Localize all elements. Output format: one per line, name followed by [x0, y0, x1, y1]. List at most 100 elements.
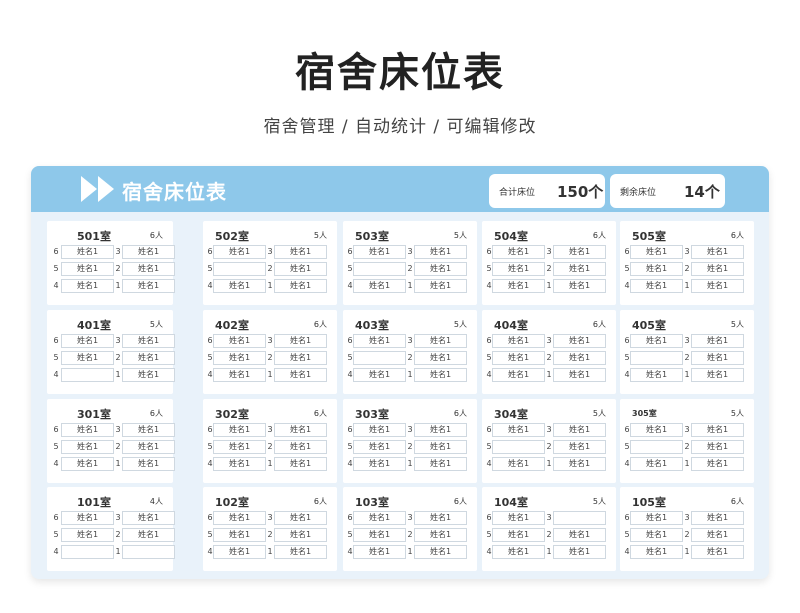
bed-name-cell[interactable]: 姓名1	[630, 423, 683, 437]
bed-name-cell[interactable]: 姓名1	[122, 279, 175, 293]
bed-name-cell[interactable]: 姓名1	[414, 351, 467, 365]
bed-name-cell[interactable]: 姓名1	[630, 245, 683, 259]
bed-name-cell[interactable]: 姓名1	[61, 457, 114, 471]
bed-name-cell[interactable]	[553, 511, 606, 525]
bed-name-cell[interactable]: 姓名1	[353, 457, 406, 471]
bed-name-cell[interactable]: 姓名1	[122, 423, 175, 437]
bed-name-cell[interactable]: 姓名1	[630, 545, 683, 559]
bed-name-cell[interactable]: 姓名1	[274, 334, 327, 348]
bed-name-cell[interactable]: 姓名1	[492, 423, 545, 437]
bed-name-cell[interactable]: 姓名1	[353, 245, 406, 259]
total-beds-value[interactable]: 150个	[557, 181, 603, 202]
bed-name-cell[interactable]: 姓名1	[553, 423, 606, 437]
bed-name-cell[interactable]: 姓名1	[414, 511, 467, 525]
remaining-beds-value[interactable]: 14个	[684, 181, 720, 202]
bed-name-cell[interactable]: 姓名1	[553, 279, 606, 293]
bed-name-cell[interactable]: 姓名1	[353, 334, 406, 348]
bed-name-cell[interactable]: 姓名1	[274, 279, 327, 293]
bed-name-cell[interactable]: 姓名1	[691, 334, 744, 348]
bed-name-cell[interactable]: 姓名1	[353, 528, 406, 542]
bed-name-cell[interactable]: 姓名1	[353, 423, 406, 437]
bed-name-cell[interactable]	[122, 545, 175, 559]
bed-name-cell[interactable]: 姓名1	[630, 262, 683, 276]
bed-name-cell[interactable]: 姓名1	[61, 528, 114, 542]
bed-name-cell[interactable]: 姓名1	[414, 262, 467, 276]
bed-name-cell[interactable]: 姓名1	[691, 528, 744, 542]
bed-name-cell[interactable]: 姓名1	[61, 511, 114, 525]
bed-name-cell[interactable]: 姓名1	[213, 545, 266, 559]
bed-name-cell[interactable]: 姓名1	[553, 457, 606, 471]
bed-name-cell[interactable]: 姓名1	[630, 368, 683, 382]
bed-name-cell[interactable]: 姓名1	[691, 279, 744, 293]
bed-name-cell[interactable]: 姓名1	[122, 528, 175, 542]
bed-name-cell[interactable]: 姓名1	[274, 245, 327, 259]
bed-name-cell[interactable]	[630, 440, 683, 454]
bed-name-cell[interactable]: 姓名1	[691, 457, 744, 471]
bed-name-cell[interactable]: 姓名1	[353, 545, 406, 559]
bed-name-cell[interactable]: 姓名1	[61, 423, 114, 437]
bed-name-cell[interactable]: 姓名1	[213, 279, 266, 293]
bed-name-cell[interactable]: 姓名1	[122, 440, 175, 454]
bed-name-cell[interactable]: 姓名1	[691, 440, 744, 454]
bed-name-cell[interactable]: 姓名1	[122, 511, 175, 525]
bed-name-cell[interactable]: 姓名1	[122, 334, 175, 348]
bed-name-cell[interactable]: 姓名1	[553, 528, 606, 542]
bed-name-cell[interactable]: 姓名1	[122, 351, 175, 365]
bed-name-cell[interactable]: 姓名1	[414, 368, 467, 382]
bed-name-cell[interactable]: 姓名1	[492, 262, 545, 276]
bed-name-cell[interactable]: 姓名1	[691, 423, 744, 437]
bed-name-cell[interactable]	[353, 351, 406, 365]
bed-name-cell[interactable]: 姓名1	[414, 423, 467, 437]
bed-name-cell[interactable]	[630, 351, 683, 365]
bed-name-cell[interactable]: 姓名1	[274, 545, 327, 559]
bed-name-cell[interactable]: 姓名1	[691, 511, 744, 525]
bed-name-cell[interactable]: 姓名1	[691, 262, 744, 276]
bed-name-cell[interactable]: 姓名1	[61, 334, 114, 348]
bed-name-cell[interactable]: 姓名1	[122, 245, 175, 259]
bed-name-cell[interactable]: 姓名1	[61, 440, 114, 454]
bed-name-cell[interactable]: 姓名1	[414, 528, 467, 542]
bed-name-cell[interactable]	[353, 262, 406, 276]
bed-name-cell[interactable]	[61, 545, 114, 559]
bed-name-cell[interactable]: 姓名1	[213, 334, 266, 348]
bed-name-cell[interactable]: 姓名1	[492, 279, 545, 293]
bed-name-cell[interactable]: 姓名1	[353, 279, 406, 293]
bed-name-cell[interactable]: 姓名1	[492, 511, 545, 525]
bed-name-cell[interactable]: 姓名1	[691, 351, 744, 365]
bed-name-cell[interactable]: 姓名1	[274, 440, 327, 454]
bed-name-cell[interactable]: 姓名1	[414, 545, 467, 559]
bed-name-cell[interactable]: 姓名1	[61, 279, 114, 293]
bed-name-cell[interactable]: 姓名1	[630, 279, 683, 293]
bed-name-cell[interactable]: 姓名1	[553, 368, 606, 382]
bed-name-cell[interactable]: 姓名1	[691, 245, 744, 259]
bed-name-cell[interactable]: 姓名1	[553, 440, 606, 454]
bed-name-cell[interactable]: 姓名1	[353, 368, 406, 382]
bed-name-cell[interactable]: 姓名1	[353, 440, 406, 454]
bed-name-cell[interactable]: 姓名1	[274, 262, 327, 276]
bed-name-cell[interactable]: 姓名1	[213, 351, 266, 365]
bed-name-cell[interactable]: 姓名1	[492, 351, 545, 365]
bed-name-cell[interactable]: 姓名1	[492, 245, 545, 259]
bed-name-cell[interactable]: 姓名1	[122, 368, 175, 382]
bed-name-cell[interactable]	[492, 440, 545, 454]
bed-name-cell[interactable]: 姓名1	[414, 334, 467, 348]
bed-name-cell[interactable]: 姓名1	[61, 262, 114, 276]
bed-name-cell[interactable]: 姓名1	[122, 262, 175, 276]
bed-name-cell[interactable]: 姓名1	[630, 511, 683, 525]
bed-name-cell[interactable]: 姓名1	[213, 511, 266, 525]
bed-name-cell[interactable]: 姓名1	[414, 279, 467, 293]
bed-name-cell[interactable]: 姓名1	[492, 545, 545, 559]
bed-name-cell[interactable]: 姓名1	[691, 545, 744, 559]
bed-name-cell[interactable]: 姓名1	[630, 457, 683, 471]
bed-name-cell[interactable]: 姓名1	[213, 423, 266, 437]
bed-name-cell[interactable]: 姓名1	[213, 368, 266, 382]
bed-name-cell[interactable]: 姓名1	[61, 245, 114, 259]
bed-name-cell[interactable]: 姓名1	[414, 457, 467, 471]
bed-name-cell[interactable]: 姓名1	[213, 457, 266, 471]
bed-name-cell[interactable]: 姓名1	[61, 351, 114, 365]
bed-name-cell[interactable]: 姓名1	[553, 545, 606, 559]
bed-name-cell[interactable]: 姓名1	[353, 511, 406, 525]
bed-name-cell[interactable]: 姓名1	[553, 351, 606, 365]
bed-name-cell[interactable]: 姓名1	[213, 245, 266, 259]
bed-name-cell[interactable]: 姓名1	[691, 368, 744, 382]
